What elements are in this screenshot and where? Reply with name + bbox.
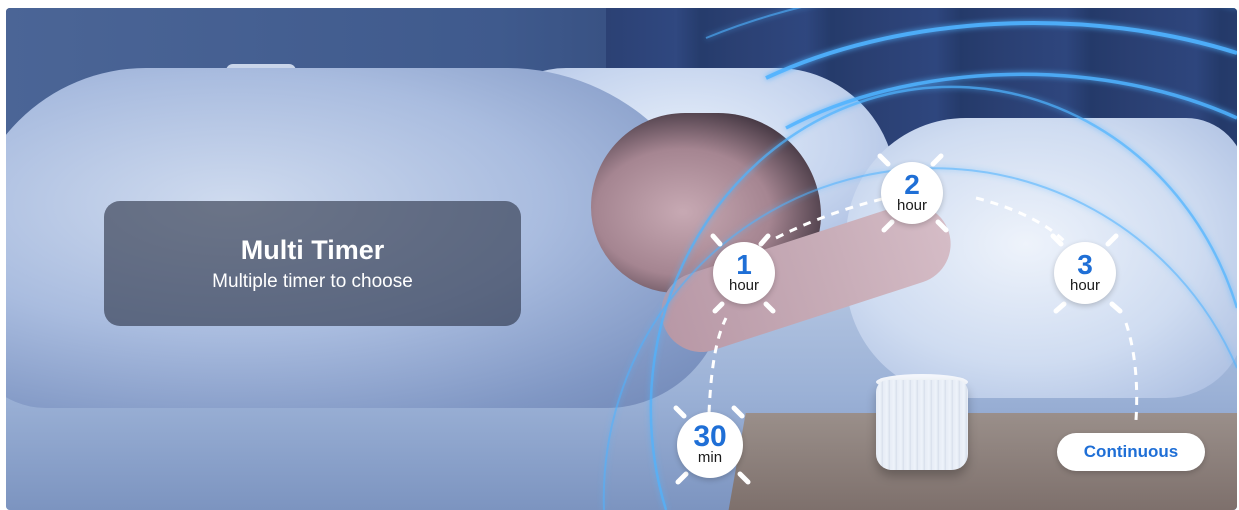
timer-unit: hour bbox=[896, 197, 928, 214]
timer-1-hour: 1 hour bbox=[713, 242, 775, 304]
feature-title: Multi Timer bbox=[240, 234, 385, 265]
timer-number: 3 bbox=[1077, 249, 1093, 280]
continuous-badge: Continuous bbox=[1057, 433, 1205, 471]
feature-subtitle: Multiple timer to choose bbox=[212, 270, 413, 292]
timer-number: 30 bbox=[693, 420, 727, 453]
timer-unit: hour bbox=[728, 277, 760, 294]
timer-2-hour: 2 hour bbox=[881, 162, 943, 224]
hero-banner: Multi Timer Multiple timer to choose 30 … bbox=[6, 8, 1237, 510]
white-noise-speaker bbox=[876, 380, 968, 470]
timer-30-min: 30 min bbox=[677, 412, 743, 478]
timer-number: 2 bbox=[904, 169, 920, 200]
timer-unit: hour bbox=[1069, 277, 1101, 294]
feature-panel: Multi Timer Multiple timer to choose bbox=[104, 201, 521, 326]
timer-unit: min bbox=[697, 449, 723, 466]
timer-number: 1 bbox=[736, 249, 752, 280]
timer-3-hour: 3 hour bbox=[1054, 242, 1116, 304]
